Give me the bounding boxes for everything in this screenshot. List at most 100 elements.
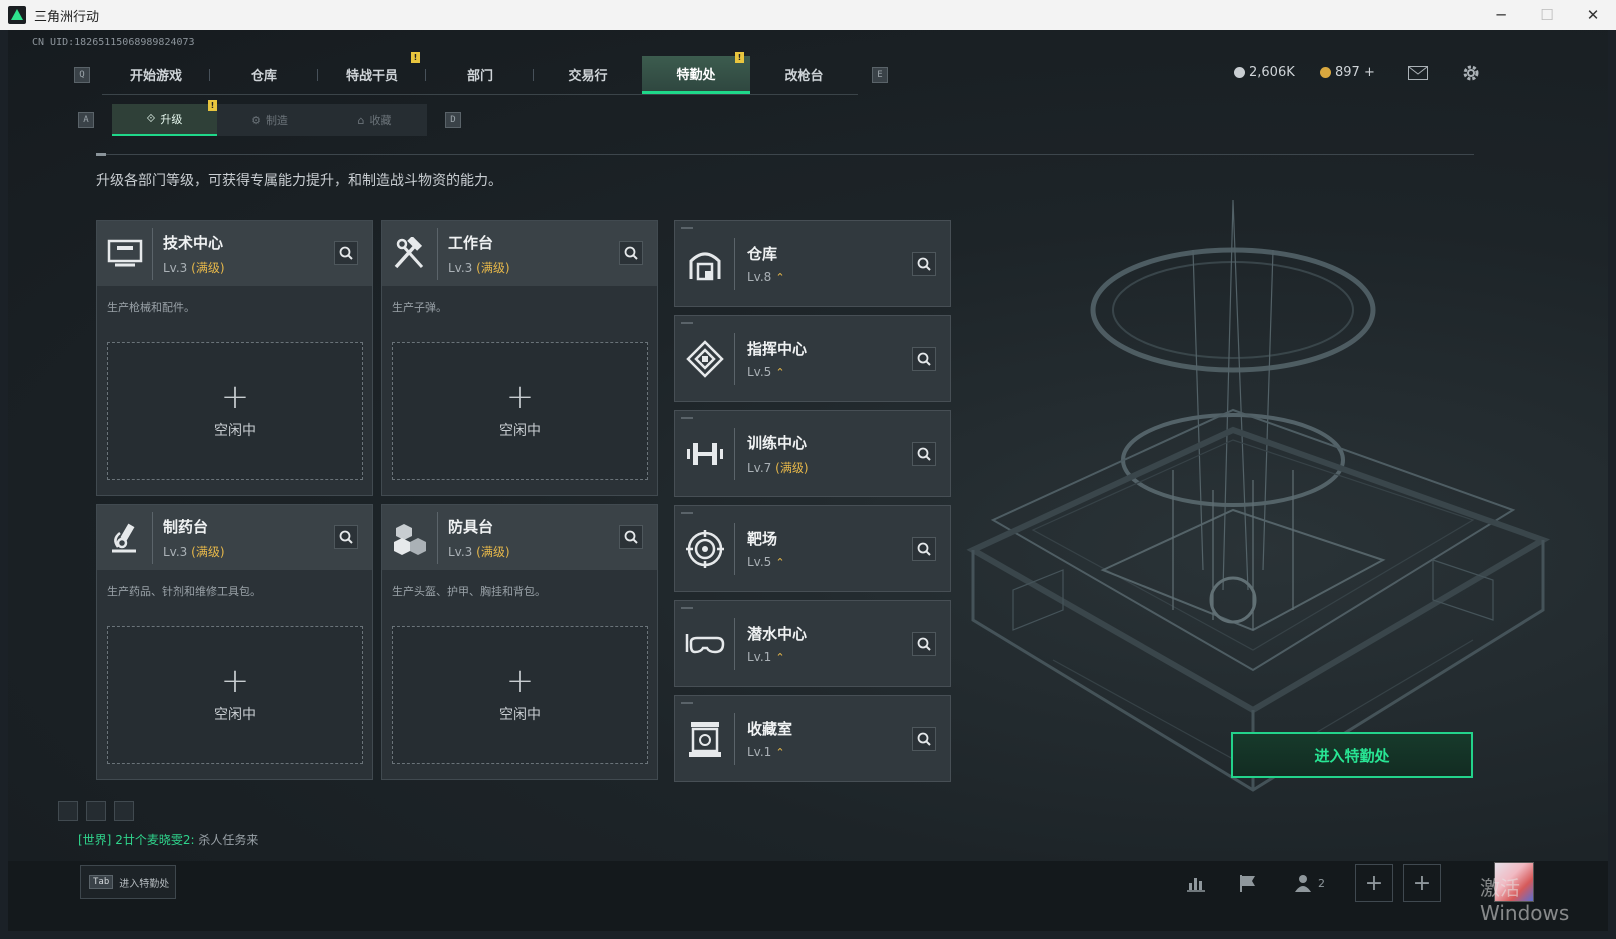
- facility-card-pharmacy[interactable]: 制药台 Lv.3 (满级) 生产药品、针剂和维修工具包。 + 空闲中: [96, 504, 373, 780]
- stats-bar-chart-icon[interactable]: [1182, 870, 1210, 896]
- card-name: 制药台: [163, 517, 209, 536]
- card-name: 技术中心: [163, 233, 224, 252]
- tab-trading[interactable]: 交易行: [534, 56, 642, 94]
- corner-mark: [681, 227, 693, 229]
- friends-count: 2: [1318, 876, 1325, 890]
- player-uid: CN UID:18265115068989824073: [32, 37, 195, 48]
- subnav-next-key[interactable]: D: [445, 112, 461, 128]
- search-icon[interactable]: [334, 241, 358, 265]
- subtab-label: 升级: [160, 113, 183, 126]
- window-titlebar: 三角洲行动 ─ ☐ ✕: [0, 0, 1616, 30]
- subnav-prev-key[interactable]: A: [78, 112, 94, 128]
- enter-special-ops-button[interactable]: 进入特勤处: [1231, 732, 1473, 778]
- friends-icon[interactable]: 2: [1290, 870, 1330, 896]
- search-icon[interactable]: [912, 632, 936, 656]
- upgrade-arrow-icon: ⌃: [775, 746, 785, 759]
- card-description: 生产枪械和配件。: [107, 301, 195, 314]
- facility-item-warehouse[interactable]: 仓库 Lv.8 ⌃: [674, 220, 951, 307]
- window-controls: ─ ☐ ✕: [1478, 0, 1616, 30]
- tab-label: 特战干员: [345, 69, 398, 84]
- dumbbell-icon: [675, 427, 735, 480]
- tab-label: 开始游戏: [129, 69, 182, 84]
- silver-currency[interactable]: 2,606K: [1234, 65, 1295, 80]
- production-slot[interactable]: + 空闲中: [107, 342, 363, 480]
- add-slot-button[interactable]: +: [1355, 864, 1393, 902]
- chat-filter-button[interactable]: [58, 801, 78, 821]
- tab-operators[interactable]: 特战干员!: [318, 51, 426, 94]
- close-button[interactable]: ✕: [1570, 0, 1616, 30]
- subtab-upgrade[interactable]: ⟐ 升级 !: [112, 100, 217, 136]
- chat-filter-button[interactable]: [114, 801, 134, 821]
- chat-filter-button[interactable]: [86, 801, 106, 821]
- facility-card-workbench[interactable]: 工作台 Lv.3 (满级) 生产子弹。 + 空闲中: [381, 220, 658, 496]
- nav-prev-key[interactable]: Q: [74, 67, 90, 83]
- top-nav-tabs: 开始游戏 仓库 特战干员! 部门 交易行 特勤处! 改枪台: [102, 51, 858, 95]
- minimize-button[interactable]: ─: [1478, 0, 1524, 30]
- card-header: 工作台 Lv.3 (满级): [382, 221, 657, 286]
- facility-level: Lv.5 ⌃: [747, 555, 785, 569]
- tab-gunsmith[interactable]: 改枪台: [750, 56, 858, 94]
- tab-warehouse[interactable]: 仓库: [210, 56, 318, 94]
- facility-titles: 潜水中心 Lv.1 ⌃: [747, 623, 807, 664]
- card-description: 生产头盔、护甲、胸挂和背包。: [392, 585, 546, 598]
- facility-name: 靶场: [747, 530, 778, 548]
- slot-status: 空闲中: [214, 707, 256, 723]
- facility-item-command-center[interactable]: 指挥中心 Lv.5 ⌃: [674, 315, 951, 402]
- search-icon[interactable]: [912, 727, 936, 751]
- search-icon[interactable]: [912, 442, 936, 466]
- facility-name: 训练中心: [747, 433, 808, 452]
- craft-icon: ⚙: [251, 113, 261, 127]
- card-name: 工作台: [448, 233, 494, 252]
- gold-currency[interactable]: 897 +: [1320, 65, 1375, 80]
- tab-department[interactable]: 部门: [426, 56, 534, 94]
- chat-message[interactable]: [世界] 2廿个麦晓雯2: 杀人任务来: [78, 831, 258, 848]
- mail-icon[interactable]: [1406, 62, 1430, 84]
- activation-watermark: 激活 Windows: [1480, 876, 1570, 925]
- level-value: Lv.7: [747, 460, 772, 475]
- facility-card-tech-center[interactable]: 技术中心 Lv.3 (满级) 生产枪械和配件。 + 空闲中: [96, 220, 373, 496]
- hammer-wrench-icon: [382, 227, 438, 280]
- notification-badge: !: [735, 51, 744, 63]
- facility-card-armor-bench[interactable]: 防具台 Lv.3 (满级) 生产头盔、护甲、胸挂和背包。 + 空闲中: [381, 504, 658, 780]
- add-slot-button[interactable]: +: [1403, 864, 1441, 902]
- card-titles: 制药台 Lv.3 (满级): [163, 516, 225, 560]
- search-icon[interactable]: [619, 525, 643, 549]
- slot-status: 空闲中: [499, 423, 541, 439]
- chat-user: 2廿个麦晓雯2:: [115, 833, 195, 847]
- app-logo-icon: [8, 6, 26, 24]
- corner-mark: [681, 607, 693, 609]
- facility-item-shooting-range[interactable]: 靶场 Lv.5 ⌃: [674, 505, 951, 592]
- tab-special-ops[interactable]: 特勤处!: [642, 51, 750, 94]
- upgrade-arrow-icon: ⌃: [775, 366, 785, 379]
- production-slot[interactable]: + 空闲中: [392, 342, 648, 480]
- maximize-button[interactable]: ☐: [1524, 0, 1570, 30]
- search-icon[interactable]: [619, 241, 643, 265]
- subtab-collection[interactable]: ⌂ 收藏: [322, 104, 427, 136]
- card-level: Lv.3 (满级): [448, 259, 510, 276]
- card-titles: 工作台 Lv.3 (满级): [448, 232, 510, 276]
- search-icon[interactable]: [912, 252, 936, 276]
- flag-icon[interactable]: [1234, 870, 1262, 896]
- search-icon[interactable]: [334, 525, 358, 549]
- tab-start-game[interactable]: 开始游戏: [102, 56, 210, 94]
- subtab-craft[interactable]: ⚙ 制造: [217, 104, 322, 136]
- level-value: Lv.8: [747, 270, 772, 284]
- max-level-tag: (满级): [775, 460, 809, 475]
- card-description: 生产药品、针剂和维修工具包。: [107, 585, 261, 598]
- facility-item-training-center[interactable]: 训练中心 Lv.7 (满级): [674, 410, 951, 497]
- tab-shortcut-hint[interactable]: Tab 进入特勤处: [80, 865, 176, 899]
- settings-gear-icon[interactable]: [1459, 62, 1483, 84]
- nav-next-key[interactable]: E: [872, 67, 888, 83]
- card-header: 制药台 Lv.3 (满级): [97, 505, 372, 570]
- card-titles: 防具台 Lv.3 (满级): [448, 516, 510, 560]
- production-slot[interactable]: + 空闲中: [392, 626, 648, 764]
- production-slot[interactable]: + 空闲中: [107, 626, 363, 764]
- facility-item-diving-center[interactable]: 潜水中心 Lv.1 ⌃: [674, 600, 951, 687]
- facility-item-collection-room[interactable]: 收藏室 Lv.1 ⌃: [674, 695, 951, 782]
- chat-filter-buttons: [58, 801, 134, 821]
- slot-status: 空闲中: [499, 707, 541, 723]
- search-icon[interactable]: [912, 537, 936, 561]
- search-icon[interactable]: [912, 347, 936, 371]
- max-level-tag: (满级): [476, 260, 510, 275]
- notification-badge: !: [411, 51, 420, 63]
